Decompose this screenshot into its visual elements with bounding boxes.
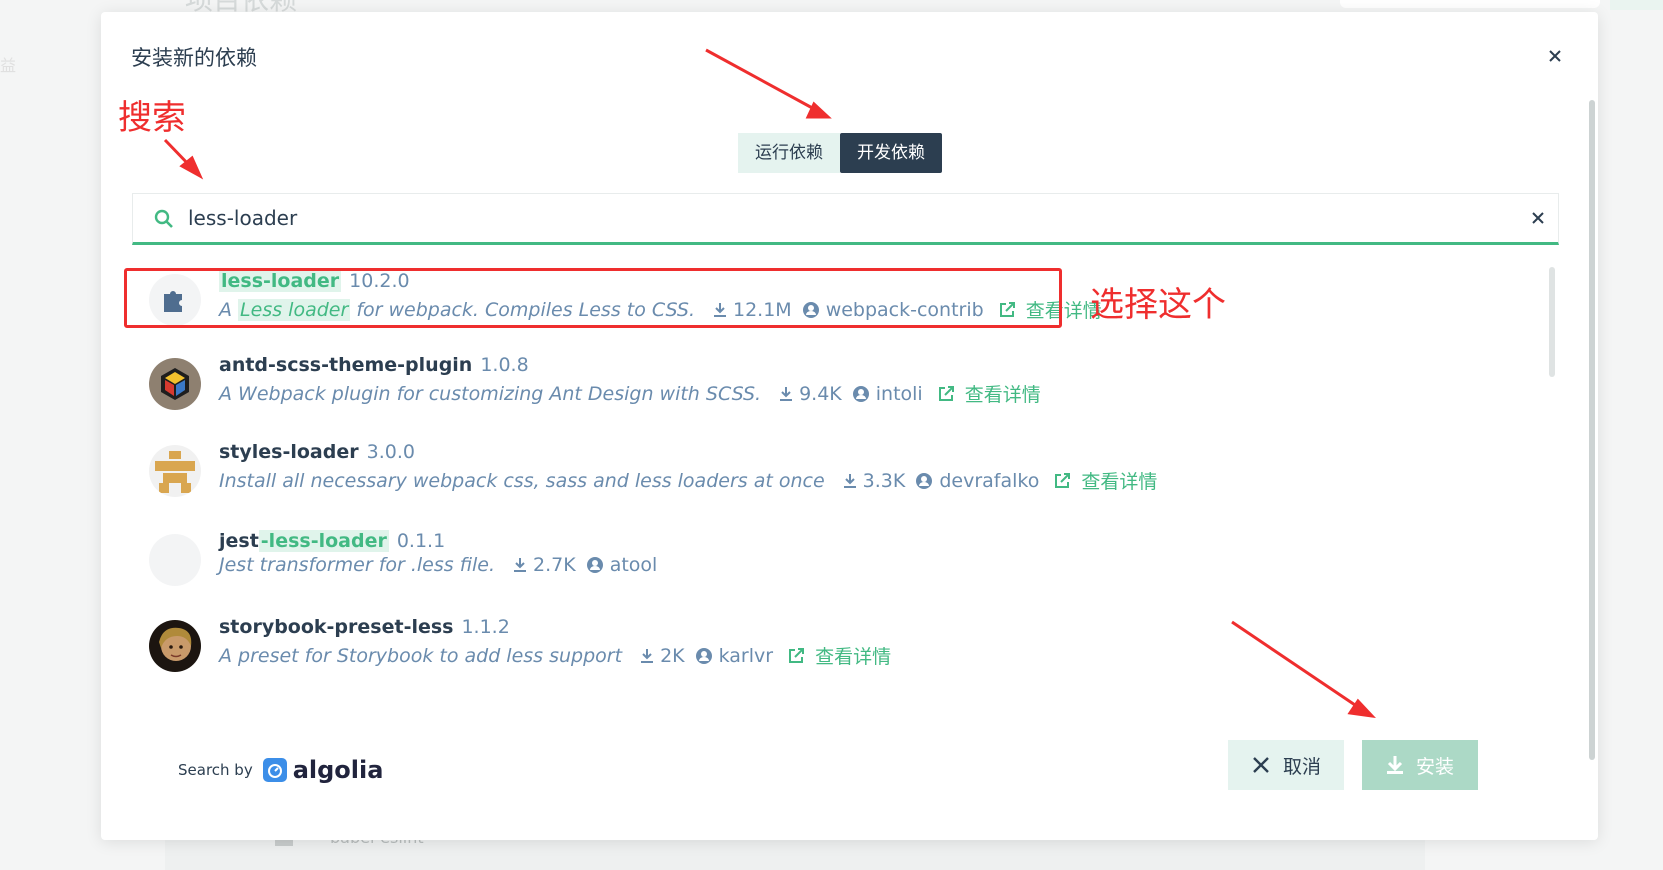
package-item-storybook-preset-less[interactable]: storybook-preset-less 1.1.2 A preset for … [149,616,1249,692]
cube-logo-icon [149,358,201,410]
package-name: antd-scss-theme-plugin [219,354,473,376]
background-topbar-accent [1610,0,1663,10]
cancel-button-label: 取消 [1282,755,1321,778]
blank-avatar [149,534,201,586]
download-icon [843,473,856,488]
dependency-type-tabs: 运行依赖 开发依赖 [738,133,942,173]
algolia-wordmark: algolia [292,756,384,784]
install-button-label: 安装 [1415,755,1454,778]
download-icon [514,558,526,572]
download-count: 9.4K [779,383,842,405]
close-icon[interactable] [1541,42,1569,70]
annotation-select-note: 选择这个 [1090,285,1226,325]
details-label: 查看详情 [1081,471,1158,493]
downloads-value: 9.4K [799,382,842,405]
tab-runtime-dependencies[interactable]: 运行依赖 [738,133,840,173]
package-item-antd-scss-theme-plugin[interactable]: antd-scss-theme-plugin 1.0.8 A Webpack pl… [149,354,1249,430]
downloads-value: 2K [660,644,685,667]
dialog-scrollbar[interactable] [1589,100,1595,760]
user-icon [586,557,603,573]
user-icon [852,385,869,402]
view-details-link[interactable]: 查看详情 [787,642,891,669]
external-link-icon [938,385,954,401]
downloads-value: 3.3K [862,469,906,492]
search-by-algolia[interactable]: Search by algolia [178,756,383,784]
pixel-avatar-icon [149,445,201,497]
view-details-link[interactable]: 查看详情 [937,380,1041,407]
details-label: 查看详情 [964,384,1041,406]
external-link-icon [1055,472,1071,488]
package-name-highlight: -less-loader [258,530,389,552]
search-by-label: Search by [178,761,253,779]
cancel-button[interactable]: 取消 [1228,740,1344,790]
view-details-link[interactable]: 查看详情 [1053,467,1157,494]
package-author: devrafalko [915,470,1039,492]
package-description: A Webpack plugin for customizing Ant Des… [219,382,762,405]
download-icon [1386,756,1403,774]
package-description: Install all necessary webpack css, sass … [219,469,825,492]
user-icon [916,472,933,489]
downloads-value: 2.7K [533,554,576,576]
author-value: devrafalko [939,469,1040,492]
package-author: karlvr [695,645,773,667]
package-author: intoli [852,383,923,405]
external-link-icon [789,647,805,663]
download-count: 2K [640,645,685,667]
install-button[interactable]: 安装 [1362,740,1478,790]
download-icon [780,386,793,401]
author-value: intoli [875,382,923,405]
search-icon [153,208,175,234]
background-sidebar-text: 益 [0,56,17,75]
annotation-highlight-box [124,268,1062,328]
package-name-prefix: jest [219,530,259,552]
package-version: 3.0.0 [366,441,415,463]
package-author: atool [586,554,658,576]
clear-search-icon[interactable] [1528,208,1548,232]
user-icon [695,647,712,664]
dialog-title: 安装新的依赖 [131,46,257,70]
results-scrollbar[interactable] [1549,267,1555,377]
close-icon [1253,757,1269,773]
package-item-styles-loader[interactable]: styles-loader 3.0.0 Install all necessary… [149,441,1249,517]
author-value: atool [609,554,658,576]
download-count: 2.7K [513,554,576,576]
package-search-box [132,193,1559,245]
package-version: 0.1.1 [396,530,446,552]
install-dependency-dialog: 安装新的依赖 运行依赖 开发依赖 less-loader10.2.0 A Les… [101,12,1598,840]
package-item-jest-less-loader[interactable]: jest -less-loader 0.1.1 Jest transformer f… [149,530,1249,606]
background-topbar [1340,0,1600,8]
details-label: 查看详情 [815,646,892,668]
annotation-search-note: 搜索 [118,98,186,138]
package-name: storybook-preset-less [219,616,454,638]
algolia-logo: algolia [262,756,384,784]
search-input[interactable] [188,202,1488,234]
package-version: 1.0.8 [480,354,529,376]
photo-avatar [149,620,201,672]
algolia-icon [262,758,287,782]
package-name: styles-loader [219,441,359,463]
author-value: karlvr [718,644,774,667]
package-version: 1.1.2 [461,616,510,638]
tab-dev-dependencies[interactable]: 开发依赖 [840,133,942,173]
download-count: 3.3K [843,469,906,492]
package-description: A preset for Storybook to add less suppo… [219,644,623,667]
package-description: Jest transformer for .less file. [219,554,495,576]
download-icon [641,648,654,663]
